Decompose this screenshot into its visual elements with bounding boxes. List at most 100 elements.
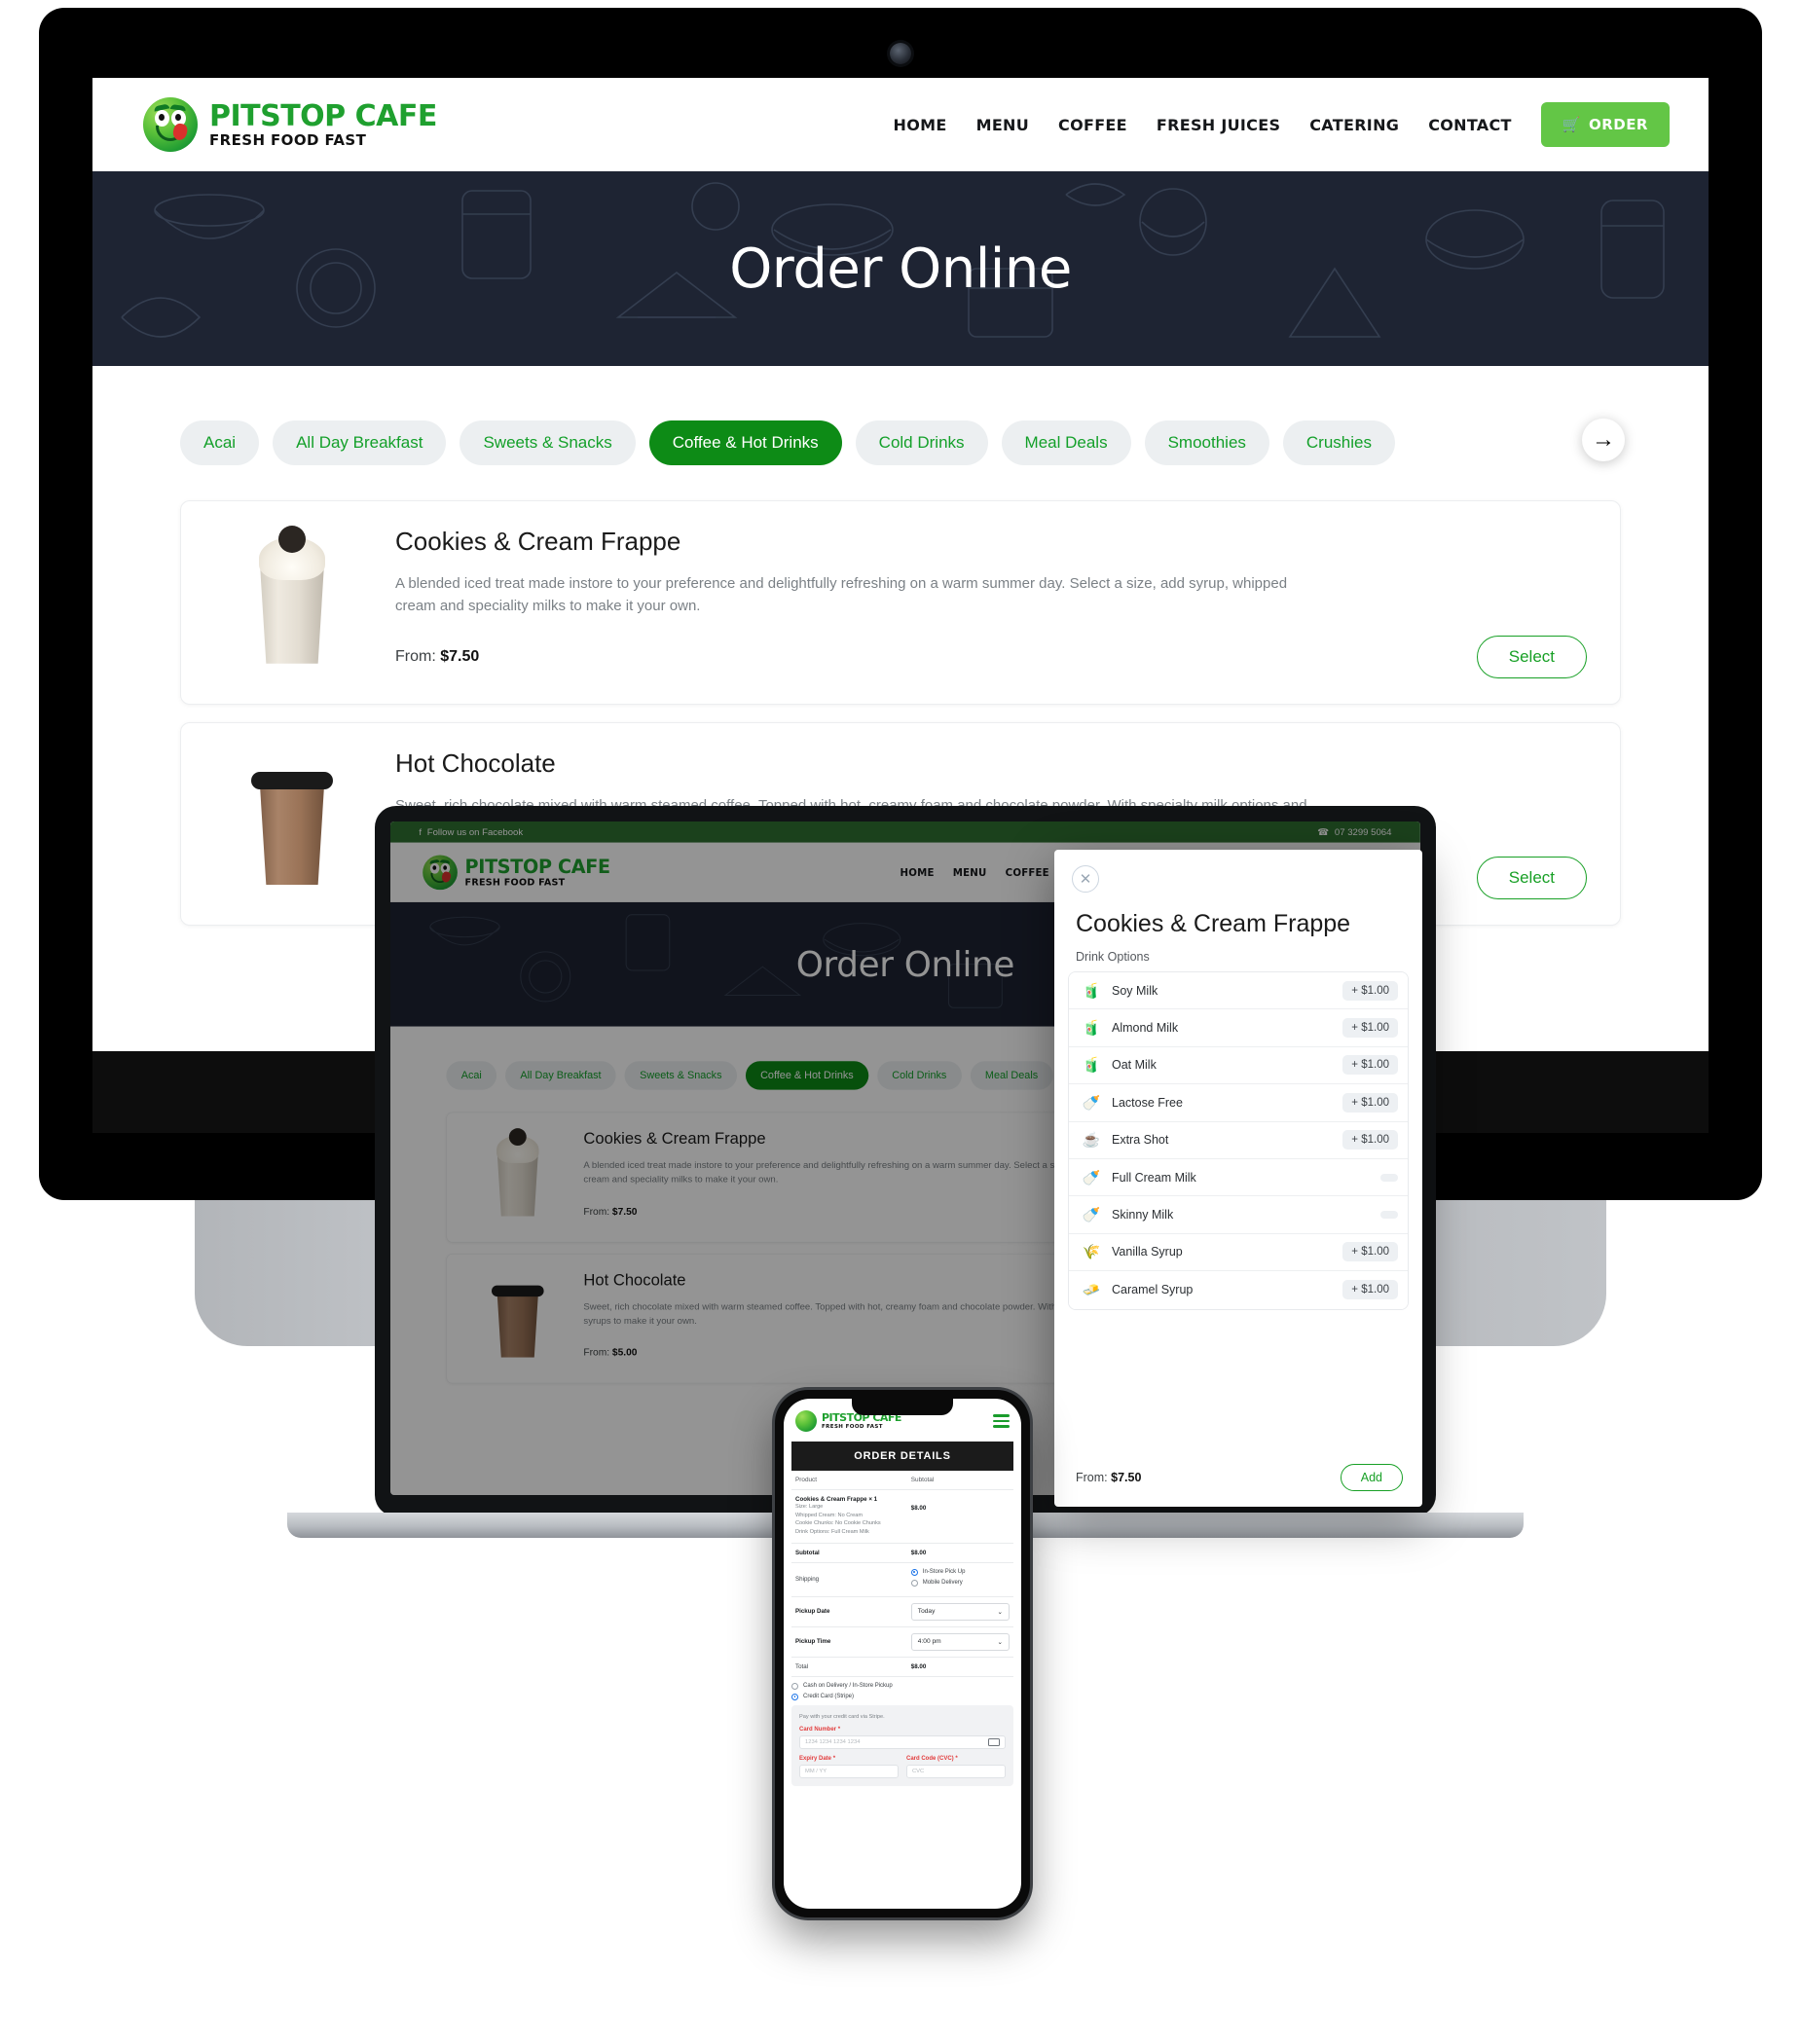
line-item-option-drink: Drink Options: Full Cream Milk <box>795 1528 869 1535</box>
nav-item-catering[interactable]: CATERING <box>1309 116 1399 134</box>
webcam-icon <box>890 43 911 64</box>
expiry-label: Expiry Date * <box>799 1756 899 1762</box>
option-label: Caramel Syrup <box>1112 1283 1194 1297</box>
almond-milk-icon: 🧃 <box>1082 1020 1101 1038</box>
order-details-table: Product Subtotal Cookies & Cream Frappe … <box>791 1471 1013 1677</box>
option-row-full-cream-milk[interactable]: 🍼 Full Cream Milk <box>1069 1158 1408 1197</box>
price-value: $7.50 <box>440 647 480 665</box>
category-tab-coffee-hot-drinks[interactable]: Coffee & Hot Drinks <box>648 420 842 465</box>
shipping-option-label: Mobile Delivery <box>922 1580 963 1587</box>
caramel-syrup-icon: 🧈 <box>1082 1282 1101 1299</box>
payment-option-label: Credit Card (Stripe) <box>803 1694 855 1700</box>
option-row-extra-shot[interactable]: ☕ Extra Shot + $1.00 <box>1069 1121 1408 1159</box>
add-to-cart-button[interactable]: Add <box>1340 1464 1403 1491</box>
option-price <box>1380 1173 1398 1182</box>
expiry-field[interactable]: MM / YY <box>799 1765 899 1779</box>
category-tab-all-day-breakfast[interactable]: All Day Breakfast <box>273 420 447 465</box>
payment-option-credit-card[interactable]: Credit Card (Stripe) <box>791 1693 1013 1700</box>
modal-section-label: Drink Options <box>1076 950 1150 964</box>
cvc-field[interactable]: CVC <box>906 1765 1006 1779</box>
pickup-date-value: Today <box>917 1608 936 1616</box>
pickup-date-label: Pickup Date <box>795 1608 830 1616</box>
stripe-panel: Pay with your credit card via Stripe. Ca… <box>791 1704 1013 1787</box>
main-nav: HOME MENU COFFEE FRESH JUICES CATERING C… <box>894 102 1670 147</box>
shipping-row: Shipping In-Store Pick Up Mobile Deliver… <box>791 1563 1013 1597</box>
pickup-time-select[interactable]: 4:00 pm ⌄ <box>910 1632 1010 1651</box>
payment-option-cash[interactable]: Cash on Delivery / In-Store Pickup <box>791 1682 1013 1690</box>
option-row-caramel-syrup[interactable]: 🧈 Caramel Syrup + $1.00 <box>1069 1271 1408 1309</box>
nav-item-menu[interactable]: MENU <box>976 116 1029 134</box>
radio-icon <box>791 1682 798 1690</box>
product-name: Cookies & Cream Frappe <box>395 527 681 556</box>
nav-item-contact[interactable]: CONTACT <box>1428 116 1512 134</box>
shipping-option-delivery[interactable]: Mobile Delivery <box>910 1579 1010 1587</box>
category-tab-cold-drinks[interactable]: Cold Drinks <box>855 420 988 465</box>
card-number-field[interactable]: 1234 1234 1234 1234 <box>799 1735 1006 1750</box>
option-label: Soy Milk <box>1112 983 1158 998</box>
order-details-header: ORDER DETAILS <box>791 1442 1013 1471</box>
option-price: + $1.00 <box>1342 980 1398 1001</box>
product-select-button[interactable]: Select <box>1476 635 1587 678</box>
close-icon[interactable]: ✕ <box>1072 865 1099 893</box>
modal-price-value: $7.50 <box>1111 1471 1142 1484</box>
phone-notch <box>852 1399 953 1415</box>
radio-icon <box>910 1568 918 1576</box>
nav-item-home[interactable]: HOME <box>894 116 947 134</box>
category-tab-smoothies[interactable]: Smoothies <box>1144 420 1269 465</box>
option-price: + $1.00 <box>1342 1055 1398 1076</box>
product-description: A blended iced treat made instore to you… <box>395 575 1288 615</box>
shipping-option-instore[interactable]: In-Store Pick Up <box>910 1568 1010 1576</box>
total-row: Total $8.00 <box>791 1658 1013 1677</box>
category-tabs: Acai All Day Breakfast Sweets & Snacks C… <box>92 419 1709 465</box>
option-row-lactose-free[interactable]: 🍼 Lactose Free + $1.00 <box>1069 1084 1408 1122</box>
category-tab-meal-deals[interactable]: Meal Deals <box>1001 420 1131 465</box>
nav-item-coffee[interactable]: COFFEE <box>1058 116 1127 134</box>
column-subtotal: Subtotal <box>910 1477 935 1483</box>
category-tab-sweets-snacks[interactable]: Sweets & Snacks <box>459 420 636 465</box>
skinny-milk-icon: 🍼 <box>1082 1207 1101 1224</box>
option-row-oat-milk[interactable]: 🧃 Oat Milk + $1.00 <box>1069 1046 1408 1085</box>
brand-title: PITSTOP CAFE <box>209 98 437 133</box>
pickup-time-label: Pickup Time <box>795 1638 831 1646</box>
soy-milk-icon: 🧃 <box>1082 982 1101 1000</box>
option-row-almond-milk[interactable]: 🧃 Almond Milk + $1.00 <box>1069 1009 1408 1047</box>
hamburger-icon[interactable] <box>993 1414 1010 1428</box>
line-item-qty: × 1 <box>868 1496 878 1503</box>
pickup-time-value: 4:00 pm <box>917 1638 941 1646</box>
category-next-arrow-icon[interactable]: → <box>1582 419 1625 461</box>
option-row-vanilla-syrup[interactable]: 🌾 Vanilla Syrup + $1.00 <box>1069 1233 1408 1272</box>
brand-subtitle: FRESH FOOD FAST <box>209 130 367 149</box>
option-row-skinny-milk[interactable]: 🍼 Skinny Milk <box>1069 1196 1408 1234</box>
order-button[interactable]: 🛒 ORDER <box>1540 102 1670 147</box>
product-card[interactable]: Cookies & Cream Frappe A blended iced tr… <box>180 500 1621 705</box>
category-tab-crushies[interactable]: Crushies <box>1282 420 1395 465</box>
drink-options-list: 🧃 Soy Milk + $1.00 🧃 Almond Milk + $1.00… <box>1068 971 1409 1310</box>
subtotal-value: $8.00 <box>910 1549 927 1556</box>
pickup-date-select[interactable]: Today ⌄ <box>910 1602 1010 1621</box>
website-desktop: PITSTOP CAFE FRESH FOOD FAST HOME MENU C… <box>92 78 1709 926</box>
option-row-soy-milk[interactable]: 🧃 Soy Milk + $1.00 <box>1069 972 1408 1010</box>
full-cream-milk-icon: 🍼 <box>1082 1169 1101 1186</box>
pickup-time-row: Pickup Time 4:00 pm ⌄ <box>791 1627 1013 1658</box>
mascot-face-icon <box>143 97 198 152</box>
option-label: Skinny Milk <box>1112 1208 1174 1223</box>
table-row: Subtotal $8.00 <box>791 1544 1013 1563</box>
basket-icon: 🛒 <box>1562 116 1581 133</box>
line-item-option-size: Size: Large <box>795 1504 824 1510</box>
category-tab-acai[interactable]: Acai <box>180 420 260 465</box>
product-select-button[interactable]: Select <box>1476 857 1587 899</box>
nav-item-fresh-juices[interactable]: FRESH JUICES <box>1157 116 1280 134</box>
modal-title: Cookies & Cream Frappe <box>1076 910 1351 937</box>
card-number-label: Card Number * <box>799 1727 1006 1733</box>
page-title: Order Online <box>729 237 1072 301</box>
product-price: From: $7.50 <box>395 648 479 666</box>
required-marker: * <box>837 1727 841 1734</box>
brand-logo[interactable]: PITSTOP CAFE FRESH FOOD FAST <box>143 97 437 152</box>
option-price: + $1.00 <box>1342 1280 1398 1300</box>
option-price <box>1380 1211 1398 1220</box>
site-header: PITSTOP CAFE FRESH FOOD FAST HOME MENU C… <box>92 78 1709 171</box>
modal-footer: From: $7.50 Add <box>1054 1452 1422 1507</box>
oat-milk-icon: 🧃 <box>1082 1057 1101 1075</box>
column-product: Product <box>795 1477 818 1483</box>
chevron-down-icon: ⌄ <box>997 1608 1003 1616</box>
